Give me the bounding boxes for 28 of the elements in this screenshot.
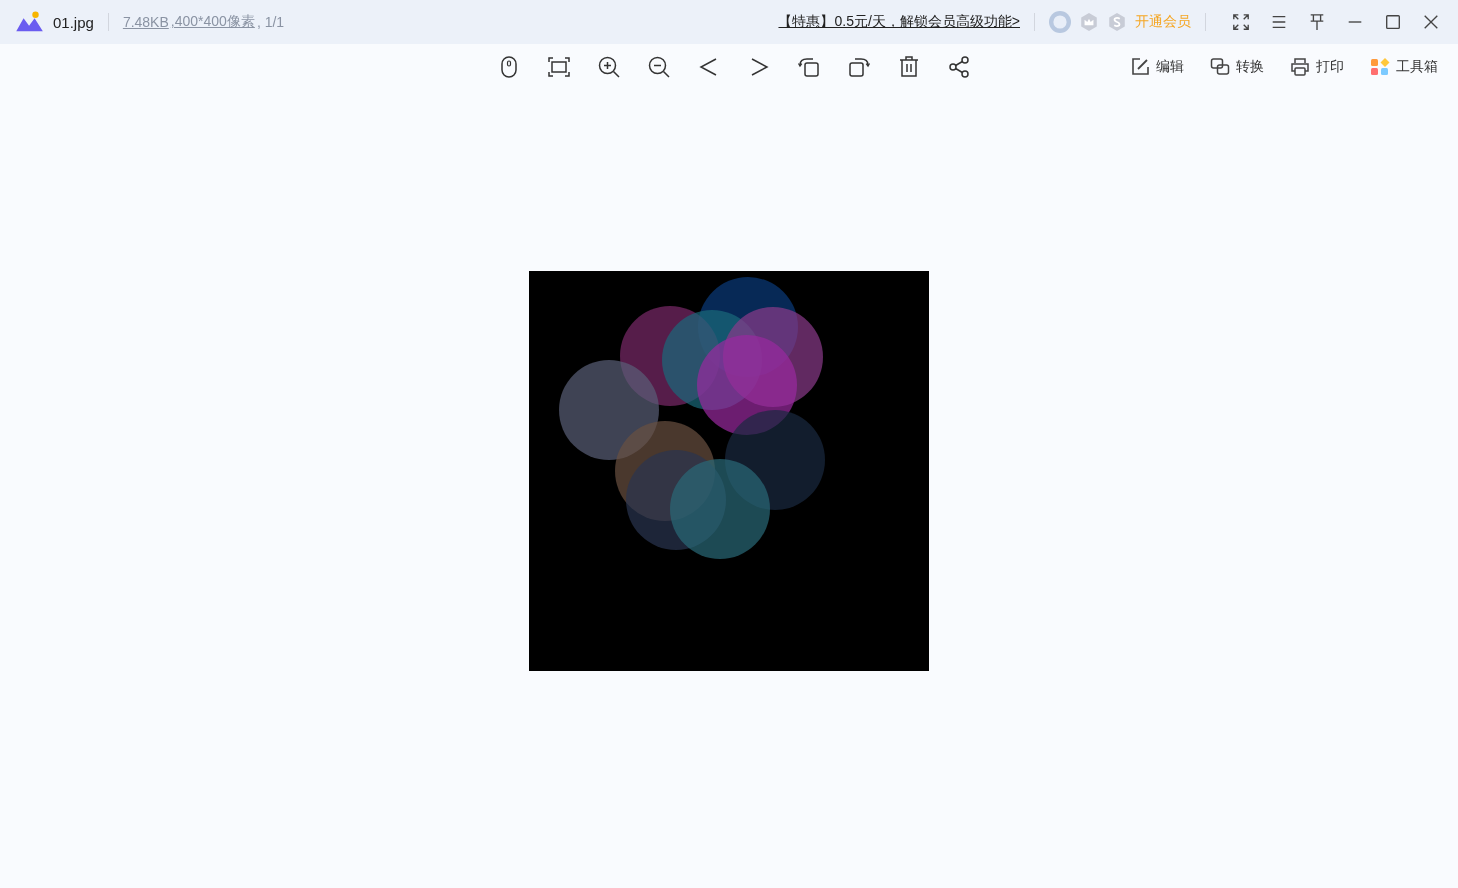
s-badge-icon: [1107, 12, 1127, 32]
delete-icon[interactable]: [897, 55, 921, 79]
pin-icon[interactable]: [1308, 13, 1326, 31]
print-button[interactable]: 打印: [1290, 57, 1344, 77]
share-icon[interactable]: [947, 55, 971, 79]
fullscreen-icon[interactable]: [1232, 13, 1250, 31]
rotate-left-icon[interactable]: [797, 55, 821, 79]
convert-icon: [1210, 57, 1230, 77]
printer-icon: [1290, 57, 1310, 77]
close-icon[interactable]: [1422, 13, 1440, 31]
maximize-icon[interactable]: [1384, 13, 1402, 31]
edit-button[interactable]: 编辑: [1130, 57, 1184, 77]
convert-button[interactable]: 转换: [1210, 57, 1264, 77]
app-logo-icon: [15, 11, 45, 33]
zoom-out-icon[interactable]: [647, 55, 671, 79]
toolbox-icon: [1370, 57, 1390, 77]
edit-icon: [1130, 57, 1150, 77]
file-name: 01.jpg: [53, 13, 94, 31]
toolbox-button[interactable]: 工具箱: [1370, 57, 1438, 77]
file-size: 7.48KB: [122, 14, 169, 30]
menu-icon[interactable]: [1270, 13, 1288, 31]
image-dimensions: ,400*400像素: [170, 13, 255, 31]
promo-link[interactable]: 【特惠】0.5元/天，解锁会员高级功能>: [778, 13, 1020, 31]
crown-badge-icon: [1079, 12, 1099, 32]
page-count: , 1/1: [256, 14, 285, 30]
rotate-right-icon[interactable]: [847, 55, 871, 79]
fit-screen-icon[interactable]: [547, 55, 571, 79]
zoom-in-icon[interactable]: [597, 55, 621, 79]
